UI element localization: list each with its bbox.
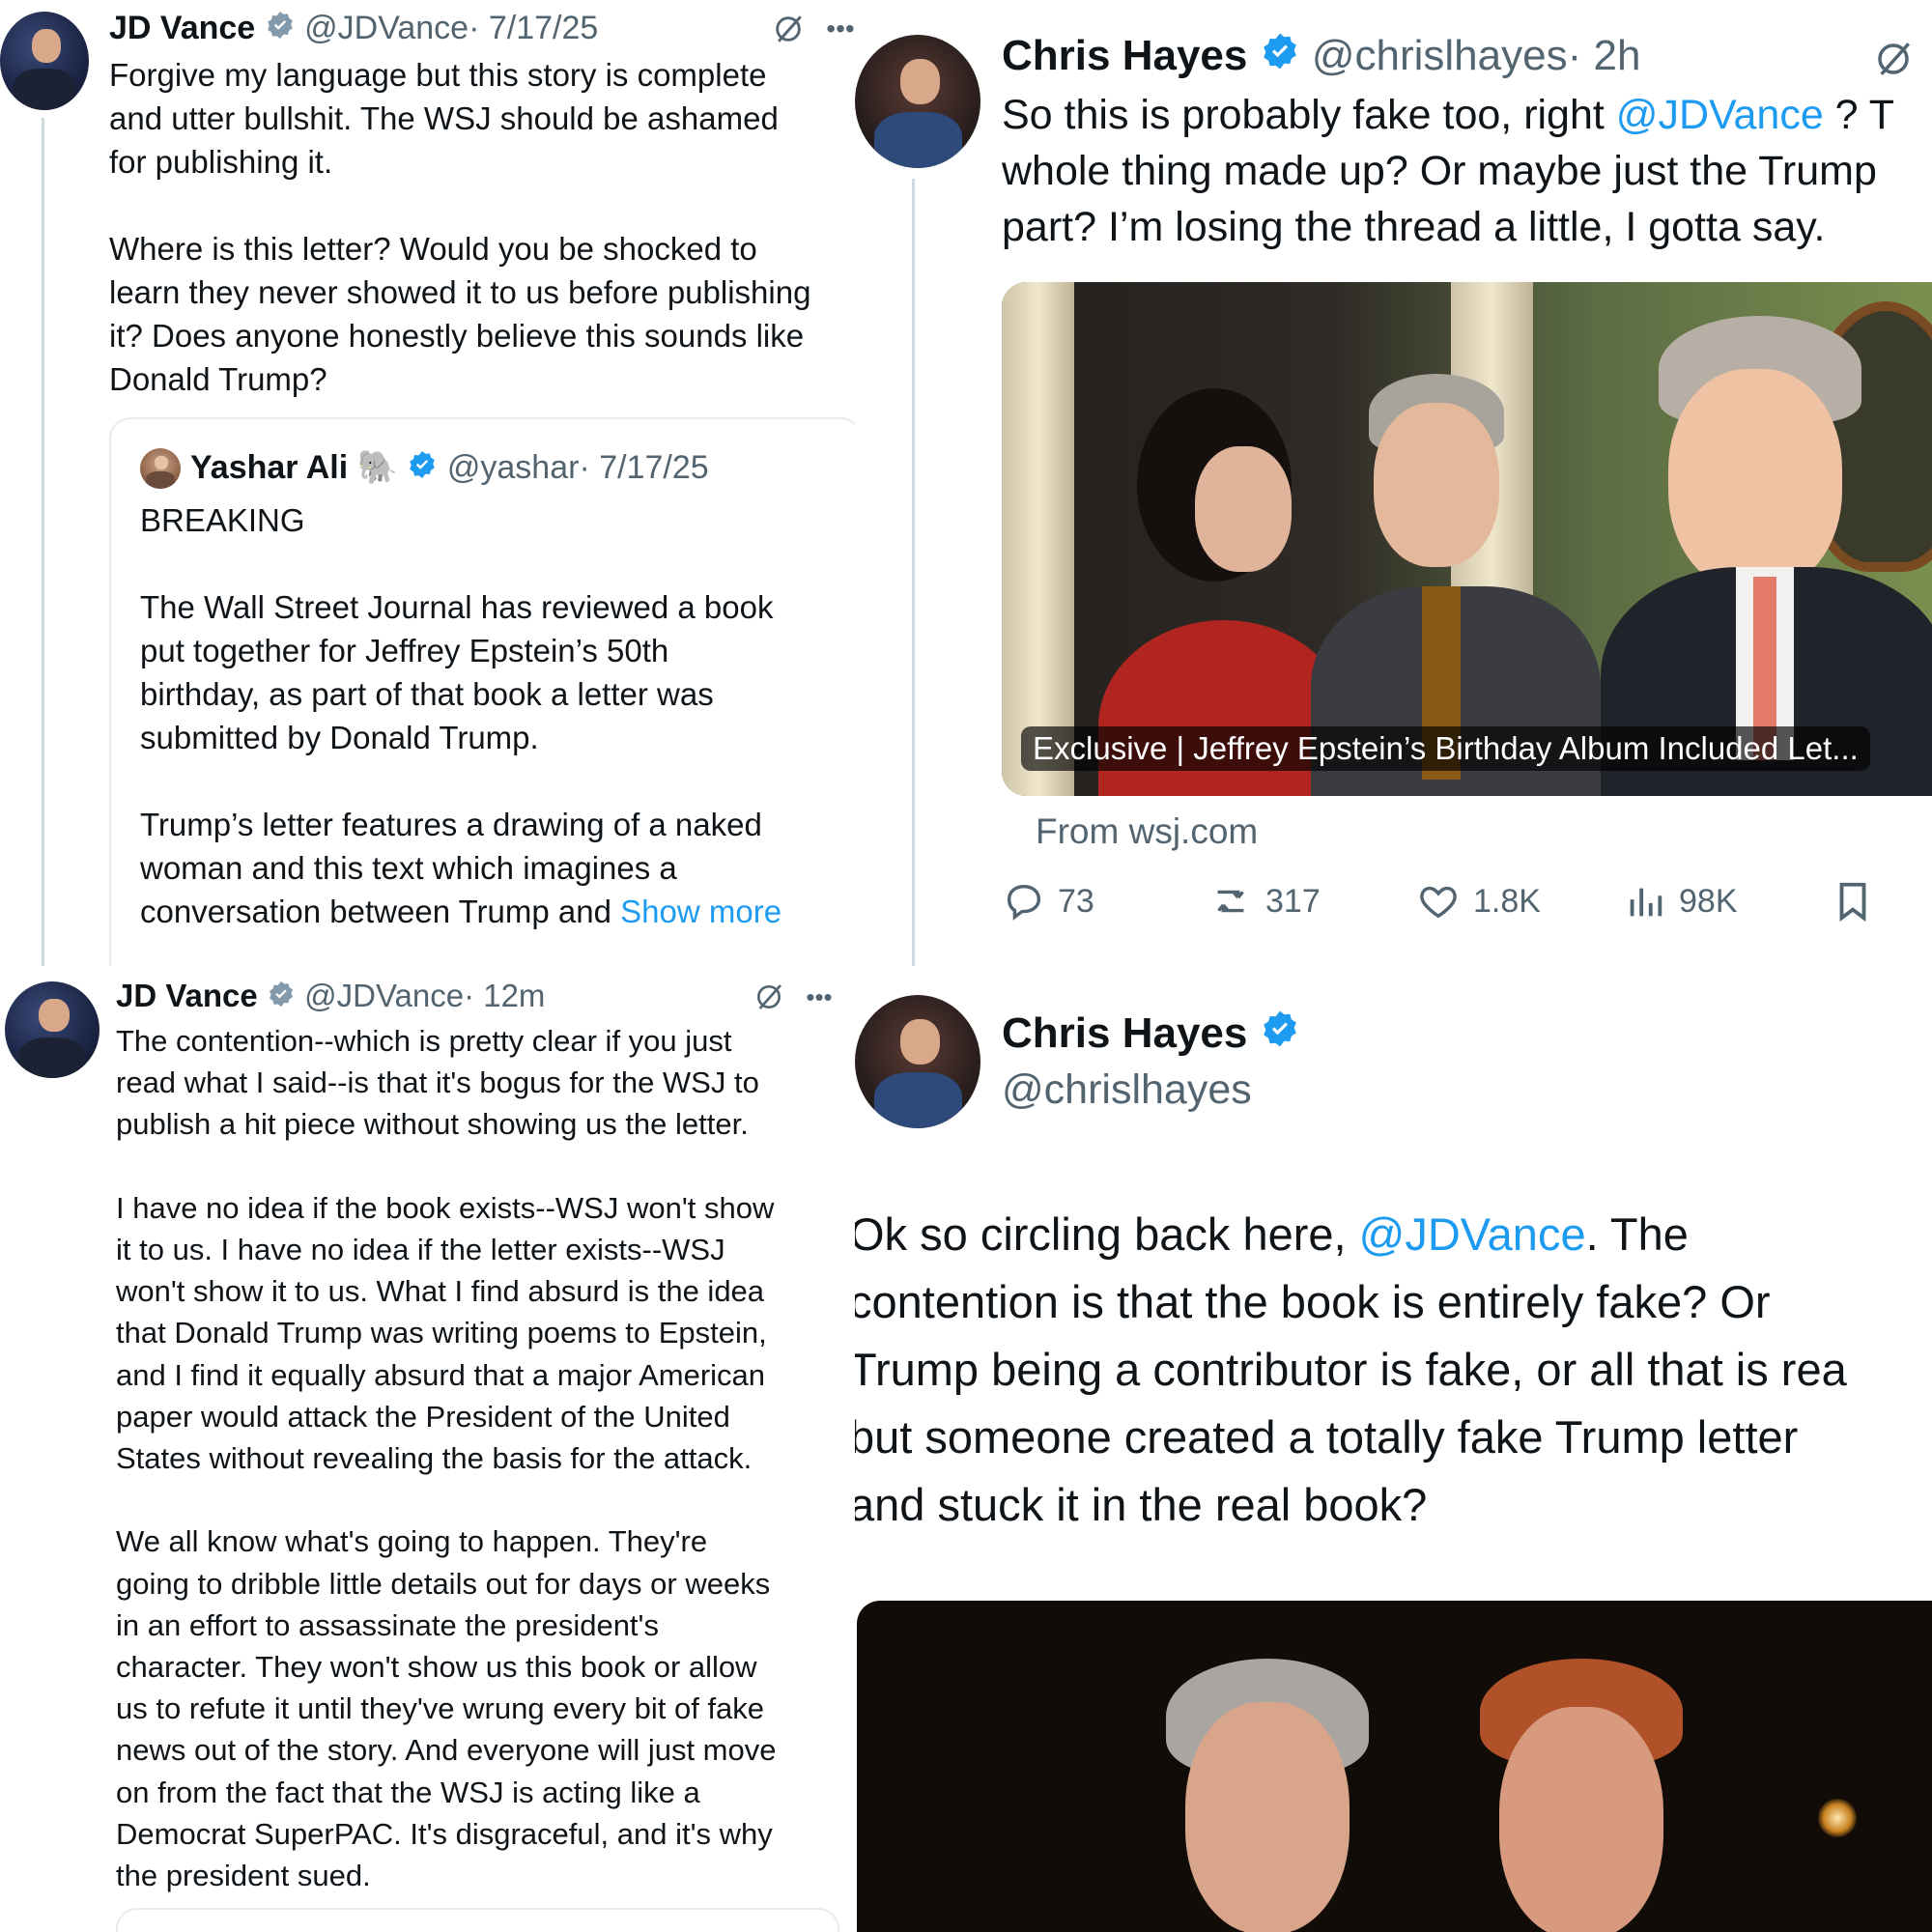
tweet-text: The contention--which is pretty clear if… [116,1024,777,1893]
grok-icon[interactable] [769,10,808,48]
tweet-panel-jd-vance-1: JD Vance @JDVance· 7/17/25 ••• Forgive m… [0,0,855,966]
tweet-header: JD Vance @JDVance· 7/17/25 [109,8,598,50]
tweet-panel-chris-hayes-2: Chris Hayes @chrislhayes Ok so circling … [855,966,1932,1932]
author-name[interactable]: JD Vance [116,978,258,1013]
avatar-chris-hayes[interactable] [855,35,980,168]
author-handle[interactable]: @chrislhayes [1002,1063,1252,1117]
post-time[interactable]: · 12m [464,978,545,1013]
tweet-header: Chris Hayes @chrislhayes· 2h [1002,29,1640,85]
verified-icon [407,448,438,491]
author-name[interactable]: Chris Hayes [1002,32,1247,79]
bookmark-icon [1839,882,1866,923]
quoted-author-name: Yashar Ali [190,449,349,486]
thread-line [42,118,44,966]
more-icon[interactable]: ••• [800,978,838,1016]
quoted-tweet-header: Yashar Ali 🐘 @yashar· 7/17/25 [190,446,709,491]
link-card-headline[interactable]: Exclusive | Jeffrey Epstein’s Birthday A… [1021,726,1870,771]
views-icon [1630,888,1662,917]
link-card-source[interactable]: From wsj.com [1036,810,1258,854]
quoted-tweet-text: BREAKING The Wall Street Journal has rev… [140,498,855,933]
like-button[interactable]: 1.8K [1415,879,1541,923]
photo-person-right [1562,316,1932,796]
tweet-text-start: So this is probably fake too, right [1002,92,1616,138]
quoted-post-time: · 7/17/25 [579,449,709,486]
grok-icon[interactable] [1869,35,1918,83]
thread-line [912,179,915,966]
repost-button[interactable]: 317 [1208,879,1321,923]
author-handle[interactable]: @JDVance [304,10,469,46]
quoted-tweet-body: BREAKING The Wall Street Journal has rev… [140,502,774,929]
tweet-photo[interactable] [857,1601,1932,1932]
tweet-panel-jd-vance-2: JD Vance @JDVance· 12m ••• The contentio… [0,966,855,1932]
repost-icon [1217,890,1244,913]
reply-icon [1007,884,1041,921]
link-card-image[interactable]: Exclusive | Jeffrey Epstein’s Birthday A… [1002,282,1932,796]
mention-jdvance[interactable]: @JDVance [1359,1208,1586,1260]
tweet-panel-chris-hayes-1: Chris Hayes @chrislhayes· 2h So this is … [855,0,1932,966]
author-name[interactable]: JD Vance [109,10,255,46]
tweet-text: Forgive my language but this story is co… [109,57,811,397]
photo-person-left [1147,1659,1388,1932]
photo-light [1818,1799,1857,1837]
avatar-yashar-ali [140,448,181,489]
author-handle[interactable]: @chrislhayes [1312,32,1568,79]
show-more-link[interactable]: Show more [620,894,781,929]
photo-person-right [1456,1659,1707,1932]
reply-count: 73 [1058,882,1094,920]
tweet-text-start: Ok so circling back here, [855,1208,1359,1260]
repost-count: 317 [1265,882,1321,920]
avatar-jd-vance[interactable] [5,981,99,1078]
mention-jdvance[interactable]: @JDVance [1616,92,1824,138]
author-handle[interactable]: @JDVance [304,978,464,1013]
grok-icon[interactable] [750,978,788,1016]
quoted-author-handle: @yashar [446,449,580,486]
post-time[interactable]: · 7/17/25 [469,10,598,46]
verified-icon [1260,31,1300,85]
author-name[interactable]: Chris Hayes [1002,1009,1247,1057]
tweet-header: JD Vance @JDVance· 12m [116,976,545,1018]
quoted-tweet-edge [116,1908,839,1932]
tweet-text: So this is probably fake too, right @JDV… [1002,87,1932,255]
verified-gray-icon [265,10,296,50]
heart-icon [1420,886,1457,919]
avatar-chris-hayes[interactable] [855,995,980,1128]
post-time[interactable]: · 2h [1568,32,1641,79]
tweet-text: Ok so circling back here, @JDVance. The … [855,1201,1932,1539]
elephant-emoji: 🐘 [356,449,398,486]
reply-button[interactable]: 73 [1002,879,1094,923]
verified-gray-icon [267,978,296,1018]
photo-column [1002,282,1074,796]
quoted-tweet[interactable]: Yashar Ali 🐘 @yashar· 7/17/25 BREAKING T… [109,417,855,966]
avatar-jd-vance[interactable] [0,12,89,110]
bookmark-button[interactable] [1831,879,1875,923]
views-button[interactable]: 98K [1623,879,1738,923]
views-count: 98K [1679,882,1738,920]
more-icon[interactable]: ••• [821,10,855,48]
verified-icon [1260,1009,1300,1063]
author-name-row: Chris Hayes [1002,1007,1300,1063]
like-count: 1.8K [1473,882,1541,920]
